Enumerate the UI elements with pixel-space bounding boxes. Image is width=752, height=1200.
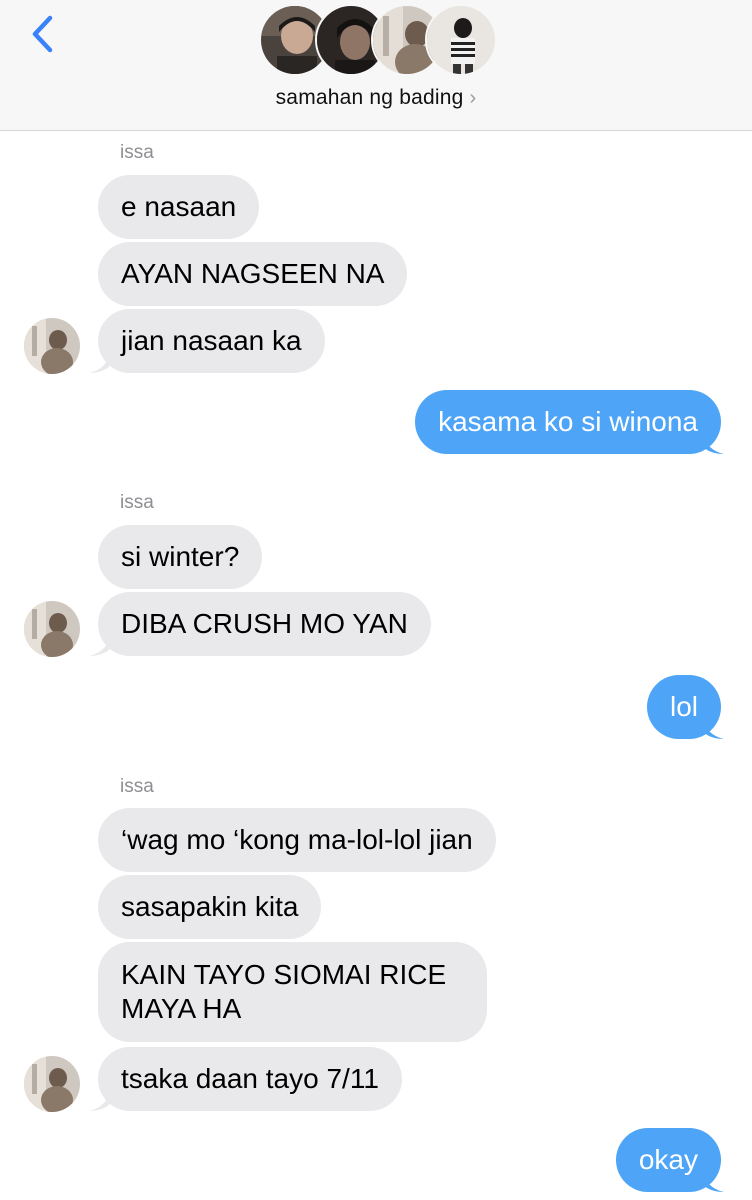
incoming-message[interactable]: AYAN NAGSEEN NA bbox=[98, 242, 408, 306]
incoming-message[interactable]: ‘wag mo ‘kong ma-lol-lol jian bbox=[98, 808, 496, 872]
incoming-message[interactable]: si winter? bbox=[98, 525, 263, 589]
group-avatars[interactable] bbox=[259, 4, 497, 78]
bubble-tail bbox=[702, 717, 724, 739]
bubble-tail bbox=[89, 351, 111, 373]
conversation-header: samahan ng bading › bbox=[0, 0, 752, 131]
bubble-tail bbox=[702, 1170, 724, 1192]
incoming-message[interactable]: KAIN TAYO SIOMAI RICE MAYA HA bbox=[98, 942, 487, 1042]
back-button[interactable] bbox=[26, 12, 66, 56]
incoming-message[interactable]: e nasaan bbox=[98, 175, 260, 239]
bubble-tail bbox=[702, 432, 724, 454]
sender-avatar[interactable] bbox=[24, 318, 80, 374]
group-name-button[interactable]: samahan ng bading › bbox=[0, 86, 752, 110]
sender-avatar[interactable] bbox=[24, 601, 80, 657]
bubble-tail bbox=[89, 1089, 111, 1111]
sender-name: issa bbox=[120, 776, 154, 797]
chevron-left-icon bbox=[32, 15, 53, 53]
incoming-message[interactable]: tsaka daan tayo 7/11 bbox=[98, 1047, 402, 1111]
outgoing-message[interactable]: kasama ko si winona bbox=[415, 390, 721, 454]
sender-name: issa bbox=[120, 142, 154, 163]
incoming-message[interactable]: sasapakin kita bbox=[98, 875, 322, 939]
sender-avatar[interactable] bbox=[24, 1056, 80, 1112]
incoming-message[interactable]: DIBA CRUSH MO YAN bbox=[98, 592, 431, 656]
chevron-right-icon: › bbox=[469, 87, 477, 109]
bubble-tail bbox=[89, 634, 111, 656]
group-name: samahan ng bading bbox=[275, 86, 464, 109]
incoming-message[interactable]: jian nasaan ka bbox=[98, 309, 325, 373]
member-avatar bbox=[425, 4, 497, 76]
sender-name: issa bbox=[120, 492, 154, 513]
